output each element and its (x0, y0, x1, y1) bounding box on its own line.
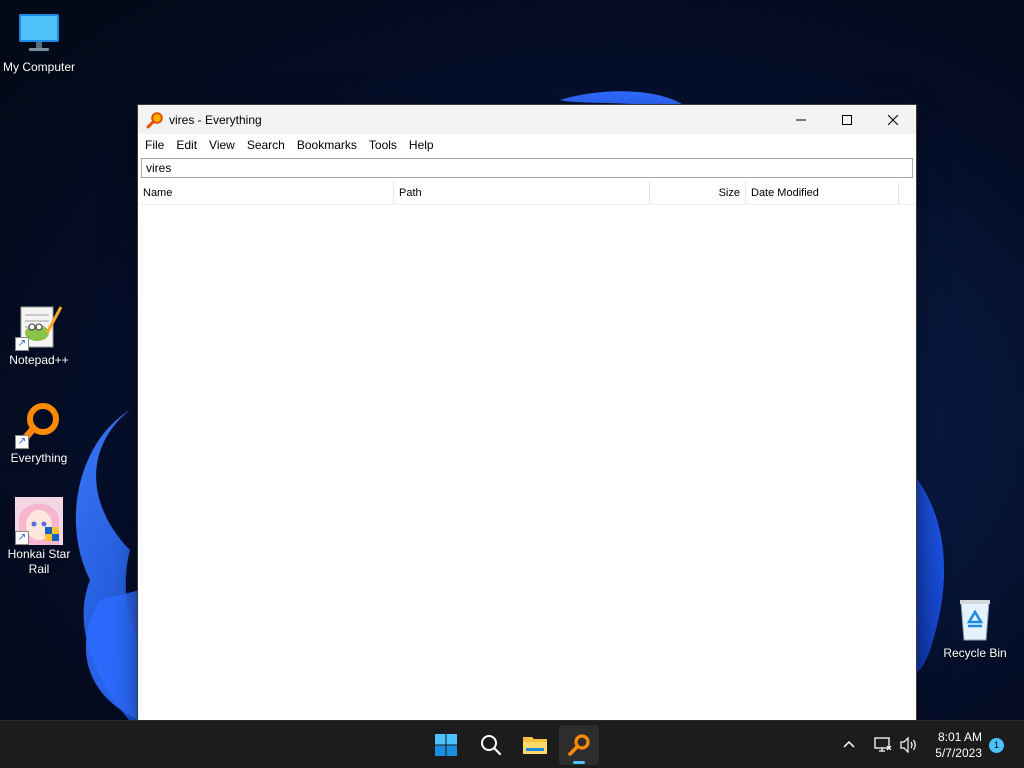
close-icon (888, 114, 898, 125)
column-header-date-modified[interactable]: Date Modified (746, 182, 899, 204)
everything-icon (146, 111, 163, 128)
close-button[interactable] (870, 105, 916, 134)
volume-button[interactable] (899, 721, 919, 768)
column-header-path[interactable]: Path (394, 182, 650, 204)
monitor-icon (15, 10, 63, 58)
desktop-icon-label: Notepad++ (9, 353, 69, 367)
maximize-button[interactable] (824, 105, 870, 134)
maximize-icon (842, 114, 852, 125)
network-icon (874, 737, 892, 752)
shortcut-arrow-icon: ↗ (15, 337, 29, 351)
window-title: vires - Everything (169, 112, 262, 127)
shortcut-arrow-icon: ↗ (15, 531, 29, 545)
taskbar-search-button[interactable] (471, 725, 511, 765)
minimize-button[interactable] (778, 105, 824, 134)
network-button[interactable] (873, 721, 893, 768)
volume-icon (900, 736, 916, 754)
title-bar[interactable]: vires - Everything (138, 105, 916, 134)
clock-time: 8:01 AM (937, 730, 982, 744)
menu-bar: File Edit View Search Bookmarks Tools He… (138, 134, 916, 156)
desktop-icon-label: Everything (10, 451, 68, 465)
file-explorer-button[interactable] (515, 725, 555, 765)
minimize-icon (796, 119, 806, 120)
menu-help[interactable]: Help (403, 134, 440, 156)
search-input[interactable] (141, 158, 913, 178)
shortcut-arrow-icon: ↗ (15, 435, 29, 449)
taskbar-clock[interactable]: 8:01 AM 5/7/2023 (935, 729, 982, 761)
notification-badge[interactable]: 1 (989, 738, 1004, 753)
recycle-bin-icon (951, 596, 999, 644)
desktop-icon-label: Honkai Star Rail (7, 547, 71, 576)
active-indicator (573, 761, 585, 764)
desktop-icon-label: My Computer (2, 60, 76, 74)
menu-search[interactable]: Search (241, 134, 291, 156)
clock-date: 5/7/2023 (935, 746, 982, 760)
desktop-icon-recycle-bin[interactable]: Recycle Bin (936, 596, 1014, 661)
menu-tools[interactable]: Tools (363, 134, 403, 156)
taskbar: 8:01 AM 5/7/2023 1 (0, 720, 1024, 768)
desktop-icon-everything[interactable]: ↗ Everything (0, 401, 78, 466)
start-button[interactable] (426, 725, 466, 765)
honkai-icon: ↗ (15, 497, 63, 545)
column-header-size[interactable]: Size (650, 182, 746, 204)
everything-window[interactable]: vires - Everything File Edit View Search… (138, 105, 916, 720)
menu-view[interactable]: View (203, 134, 241, 156)
desktop-icon-honkai[interactable]: ↗ Honkai Star Rail (0, 497, 78, 577)
results-header: Name Path Size Date Modified (138, 182, 916, 205)
desktop-icon-notepadpp[interactable]: ↗ Notepad++ (0, 303, 78, 368)
search-icon (481, 735, 502, 756)
results-list[interactable] (138, 205, 916, 715)
notepadpp-icon: ↗ (15, 303, 63, 351)
menu-file[interactable]: File (139, 134, 170, 156)
desktop-icon-label: Recycle Bin (943, 646, 1007, 660)
column-header-name[interactable]: Name (138, 182, 394, 204)
start-icon (435, 734, 457, 756)
menu-edit[interactable]: Edit (170, 134, 203, 156)
everything-icon (568, 734, 590, 756)
everything-icon: ↗ (15, 401, 63, 449)
file-explorer-icon (523, 737, 547, 754)
menu-bookmarks[interactable]: Bookmarks (291, 134, 363, 156)
chevron-up-icon (843, 740, 855, 748)
tray-overflow-button[interactable] (842, 721, 856, 768)
desktop-icon-my-computer[interactable]: My Computer (0, 10, 78, 75)
everything-taskbar-button[interactable] (559, 725, 599, 765)
